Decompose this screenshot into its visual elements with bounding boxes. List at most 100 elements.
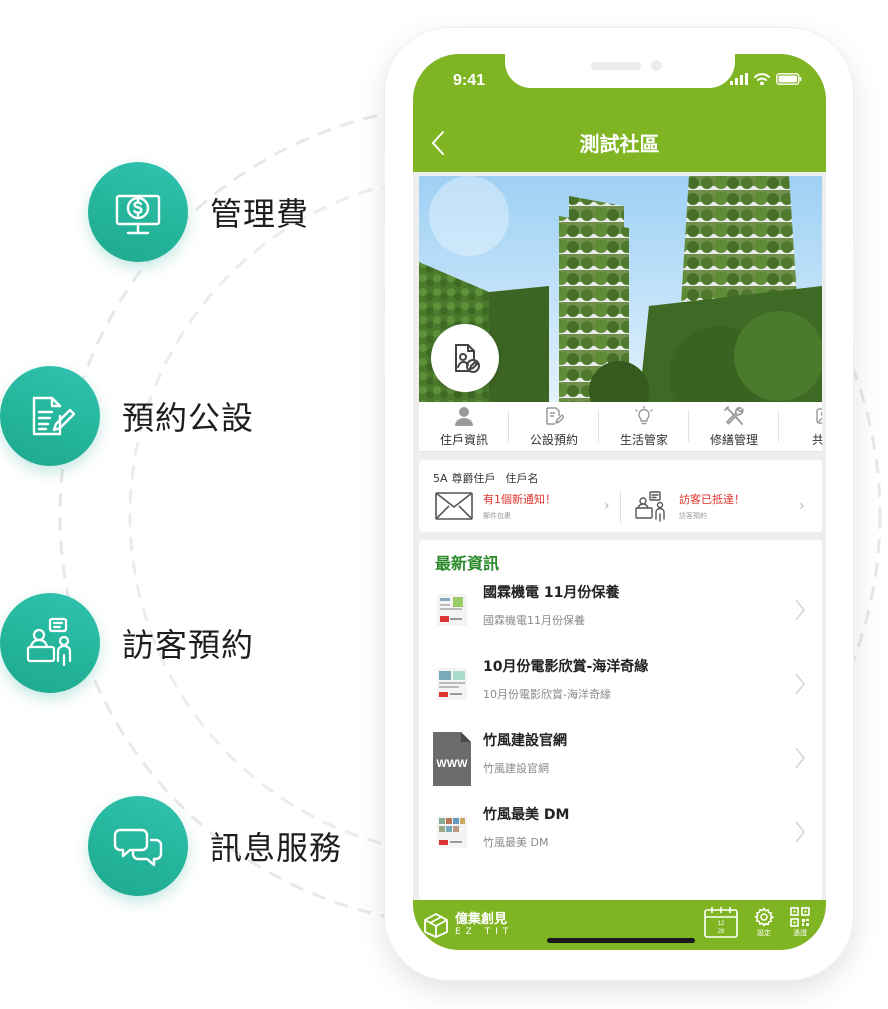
envelope-icon [435,492,473,520]
visitor-notice-text: 訪客已抵達！ [679,493,745,506]
settings-label: 設定 [757,928,771,937]
news-item[interactable]: 竹風最美 DM 竹風最美 DM [419,798,822,866]
feature-booking[interactable]: 預約公設 [0,366,254,466]
status-icons [730,73,802,85]
phone-side-button [381,223,385,289]
settings-button[interactable]: 設定 [754,906,774,938]
resident-info-line: 5A 尊爵住戶 住戶名 [433,470,549,486]
qr-code-icon [790,906,810,927]
brand-logo: 億集創見 EZ TIT [423,912,513,938]
visitor-notice[interactable]: 訪客已抵達！ 訪客預約 [633,488,745,524]
feature-messaging[interactable]: 訊息服務 [88,796,342,896]
phone-side-button [853,243,857,339]
feature-label: 預約公設 [122,399,255,437]
chevron-right-icon [795,599,805,621]
edit-document-icon [546,407,564,425]
news-item[interactable]: 10月份電影欣賞-海洋奇緣 10月份電影欣賞-海洋奇緣 [419,650,822,718]
bottom-tabbar: 億集創見 EZ TIT 12 28 設定 憑證 [413,900,826,950]
front-camera [651,60,662,71]
news-panel: 最新資訊 國霖機電 11月份保養 國霖機電11月份保養 10月份電影欣賞-海洋奇… [419,540,822,900]
menu-item-facility-booking[interactable]: 公設預約 [509,402,599,451]
gear-icon [754,906,774,927]
status-time: 9:41 [453,72,486,89]
status-bar: 9:41 [413,54,826,112]
menu-label: 生活管家 [619,433,668,447]
feature-label: 訪客預約 [122,626,255,664]
lightbulb-icon [635,406,653,425]
calendar-icon: 12 28 [704,907,738,938]
visitor-notice-chevron-icon: › [799,498,805,514]
news-item[interactable]: 國霖機電 11月份保養 國霖機電11月份保養 [419,576,822,644]
feature-label: 訊息服務 [210,829,343,867]
share-icon [816,408,822,424]
menu-item-share[interactable]: 共享 [779,402,822,451]
battery-icon [776,73,802,85]
monitor-dollar-icon [115,194,161,235]
news-item-title: 國霖機電 11月份保養 [483,585,620,601]
resident-name: 住戶名 [505,472,539,485]
brand-english-name: EZ TIT [455,926,514,937]
news-item-subtitle: 竹風最美 DM [483,836,549,849]
resident-card: 5A 尊爵住戶 住戶名 有1個新通知！ 郵件包裹 › 訪客已抵達！ 訪客預約 › [419,460,822,532]
news-thumbnail [437,594,467,626]
news-thumbnail [437,816,467,848]
tabbar-actions: 12 28 設定 憑證 [704,906,810,938]
page-title: 測試社區 [579,132,660,156]
www-file-icon: WWW [433,732,471,786]
wifi-icon [754,73,770,85]
news-item-title: 竹風建設官網 [483,733,567,749]
news-item-subtitle: 10月份電影欣賞-海洋奇緣 [483,688,611,701]
visitor-reception-icon [26,617,72,667]
news-item-subtitle: 國霖機電11月份保養 [483,614,585,627]
document-edit-icon [32,396,76,436]
quick-menu: 住戶資訊 公設預約 生活管家 修繕管理 [419,402,822,452]
feature-visitor[interactable]: 訪客預約 [0,593,254,693]
feature-management-fee[interactable]: 管理費 [88,162,309,262]
feature-circle [88,796,188,896]
chat-bubbles-icon [113,828,163,867]
hero-image [419,176,822,402]
menu-item-repair[interactable]: 修繕管理 [689,402,779,451]
calendar-top-text: 12 [718,921,725,927]
visitor-reception-icon [635,491,665,522]
brand-cube-icon [424,913,448,938]
menu-item-life-butler[interactable]: 生活管家 [599,402,689,451]
phone-side-button [381,153,385,187]
mail-notice-text: 有1個新通知！ [483,493,556,506]
mail-notice-subtitle: 郵件包裹 [483,512,511,520]
chevron-right-icon [795,821,805,843]
news-item-subtitle: 竹風建設官網 [483,762,549,775]
news-item-title: 10月份電影欣賞-海洋奇緣 [483,659,649,675]
profile-edit-button[interactable] [431,324,499,392]
news-heading: 最新資訊 [435,554,500,573]
navbar: 測試社區 [413,112,826,172]
menu-item-resident-info[interactable]: 住戶資訊 [419,402,509,451]
main-content: 住戶資訊 公設預約 生活管家 修繕管理 5A 尊爵住戶 住戶名 有1個新通知！ … [413,172,826,900]
notice-divider [620,490,621,524]
mail-notice[interactable]: 有1個新通知！ 郵件包裹 [435,488,556,524]
menu-label: 住戶資訊 [439,433,488,447]
feature-circle [88,162,188,262]
feature-circle [0,593,100,693]
document-person-edit-icon [455,344,480,373]
chevron-right-icon [795,673,805,695]
credential-label: 憑證 [793,928,807,937]
menu-label: 共享 [812,431,822,448]
resident-unit: 5A [433,472,448,485]
signal-icon [730,73,748,85]
news-item[interactable]: WWW 竹風建設官網 竹風建設官網 [419,724,822,792]
resident-title: 尊爵住戶 [451,472,496,485]
phone-side-button [381,308,385,374]
speaker-grille [591,62,641,70]
visitor-notice-subtitle: 訪客預約 [679,512,707,520]
credential-button[interactable]: 憑證 [790,906,810,938]
mail-notice-chevron-icon: › [604,498,610,514]
calendar-button[interactable]: 12 28 [704,906,738,938]
person-icon [455,407,473,426]
www-file-label: WWW [436,758,468,770]
home-indicator[interactable] [547,938,695,943]
chevron-right-icon [795,747,805,769]
news-thumbnail [437,668,467,700]
calendar-day-text: 28 [718,929,725,935]
feature-label: 管理費 [210,195,310,233]
